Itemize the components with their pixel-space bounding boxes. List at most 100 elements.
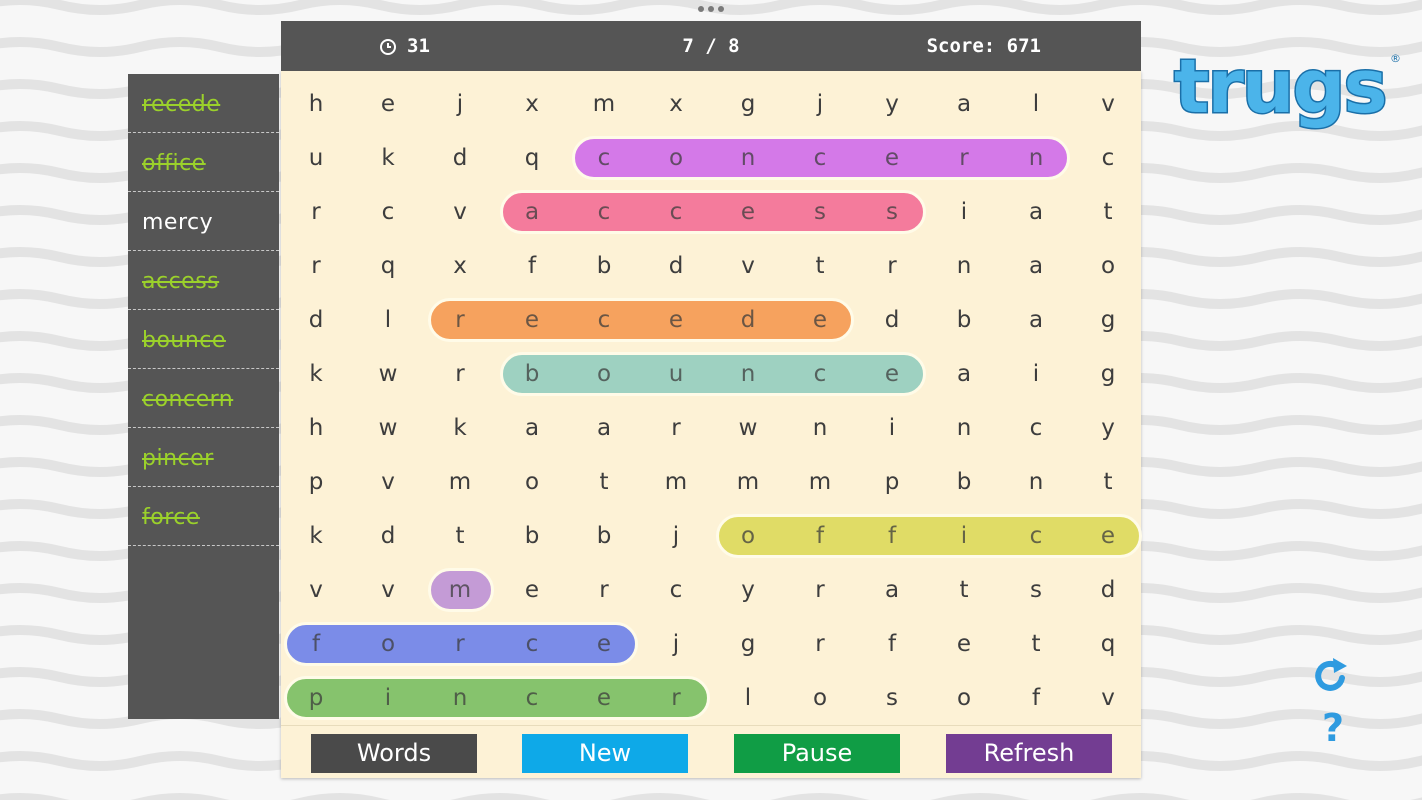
grid-letter[interactable]: e bbox=[352, 77, 424, 131]
grid-letter[interactable]: f bbox=[856, 617, 928, 671]
grid-letter[interactable]: d bbox=[352, 509, 424, 563]
grid-letter[interactable]: l bbox=[1000, 77, 1072, 131]
grid-letter[interactable]: x bbox=[496, 77, 568, 131]
grid-letter[interactable]: s bbox=[1000, 563, 1072, 617]
grid-letter[interactable]: v bbox=[1072, 77, 1144, 131]
grid-letter[interactable]: c bbox=[352, 185, 424, 239]
grid-letter[interactable]: e bbox=[640, 293, 712, 347]
grid-letter[interactable]: h bbox=[280, 401, 352, 455]
grid-letter[interactable]: b bbox=[928, 455, 1000, 509]
grid-letter[interactable]: t bbox=[1072, 185, 1144, 239]
grid-letter[interactable]: r bbox=[784, 617, 856, 671]
grid-letter[interactable]: n bbox=[712, 347, 784, 401]
grid-letter[interactable]: a bbox=[1000, 293, 1072, 347]
grid-letter[interactable]: c bbox=[1072, 131, 1144, 185]
grid-letter[interactable]: i bbox=[1000, 347, 1072, 401]
grid-letter[interactable]: m bbox=[784, 455, 856, 509]
grid-letter[interactable]: f bbox=[784, 509, 856, 563]
grid-letter[interactable]: e bbox=[496, 563, 568, 617]
grid-letter[interactable]: t bbox=[784, 239, 856, 293]
grid-letter[interactable]: c bbox=[496, 671, 568, 725]
grid-letter[interactable]: e bbox=[568, 671, 640, 725]
new-button[interactable]: New bbox=[522, 734, 688, 773]
grid-letter[interactable]: p bbox=[280, 455, 352, 509]
grid-letter[interactable]: c bbox=[496, 617, 568, 671]
grid-letter[interactable]: f bbox=[496, 239, 568, 293]
grid-letter[interactable]: j bbox=[424, 77, 496, 131]
grid-letter[interactable]: n bbox=[928, 401, 1000, 455]
grid-letter[interactable]: a bbox=[1000, 185, 1072, 239]
grid-letter[interactable]: f bbox=[856, 509, 928, 563]
grid-letter[interactable]: u bbox=[640, 347, 712, 401]
words-button[interactable]: Words bbox=[311, 734, 477, 773]
grid-letter[interactable]: v bbox=[1072, 671, 1144, 725]
grid-letter[interactable]: e bbox=[784, 293, 856, 347]
grid-letter[interactable]: t bbox=[1072, 455, 1144, 509]
grid-letter[interactable]: l bbox=[352, 293, 424, 347]
grid-letter[interactable]: o bbox=[496, 455, 568, 509]
grid-letter[interactable]: q bbox=[352, 239, 424, 293]
help-icon[interactable]: ? bbox=[1311, 705, 1355, 749]
grid-letter[interactable]: e bbox=[856, 131, 928, 185]
grid-letter[interactable]: b bbox=[568, 239, 640, 293]
grid-letter[interactable]: a bbox=[496, 401, 568, 455]
grid-letter[interactable]: r bbox=[424, 617, 496, 671]
grid-letter[interactable]: e bbox=[856, 347, 928, 401]
grid-letter[interactable]: a bbox=[928, 77, 1000, 131]
grid-letter[interactable]: m bbox=[424, 563, 496, 617]
grid-letter[interactable]: r bbox=[784, 563, 856, 617]
grid-letter[interactable]: i bbox=[352, 671, 424, 725]
grid-letter[interactable]: e bbox=[496, 293, 568, 347]
grid-letter[interactable]: o bbox=[712, 509, 784, 563]
grid-letter[interactable]: a bbox=[568, 401, 640, 455]
grid-letter[interactable]: o bbox=[568, 347, 640, 401]
grid-letter[interactable]: y bbox=[856, 77, 928, 131]
grid-letter[interactable]: r bbox=[856, 239, 928, 293]
grid-letter[interactable]: k bbox=[280, 347, 352, 401]
grid-letter[interactable]: e bbox=[568, 617, 640, 671]
grid-letter[interactable]: s bbox=[784, 185, 856, 239]
grid-letter[interactable]: r bbox=[928, 131, 1000, 185]
grid-letter[interactable]: j bbox=[784, 77, 856, 131]
grid-letter[interactable]: g bbox=[1072, 293, 1144, 347]
grid-letter[interactable]: p bbox=[280, 671, 352, 725]
grid-letter[interactable]: q bbox=[1072, 617, 1144, 671]
grid-letter[interactable]: g bbox=[712, 77, 784, 131]
grid-letter[interactable]: n bbox=[1000, 455, 1072, 509]
grid-letter[interactable]: h bbox=[280, 77, 352, 131]
grid-letter[interactable]: d bbox=[1072, 563, 1144, 617]
grid-letter[interactable]: d bbox=[640, 239, 712, 293]
grid-letter[interactable]: b bbox=[928, 293, 1000, 347]
grid-letter[interactable]: r bbox=[424, 347, 496, 401]
grid-letter[interactable]: s bbox=[856, 671, 928, 725]
grid-letter[interactable]: f bbox=[1000, 671, 1072, 725]
grid-letter[interactable]: t bbox=[1000, 617, 1072, 671]
grid-letter[interactable]: w bbox=[352, 401, 424, 455]
grid-letter[interactable]: c bbox=[568, 185, 640, 239]
grid-letter[interactable]: s bbox=[856, 185, 928, 239]
grid-letter[interactable]: e bbox=[712, 185, 784, 239]
grid-letter[interactable]: c bbox=[784, 347, 856, 401]
grid-letter[interactable]: g bbox=[1072, 347, 1144, 401]
grid-letter[interactable]: c bbox=[568, 131, 640, 185]
grid-letter[interactable]: o bbox=[784, 671, 856, 725]
grid-letter[interactable]: d bbox=[712, 293, 784, 347]
grid-letter[interactable]: k bbox=[352, 131, 424, 185]
grid-letter[interactable]: e bbox=[928, 617, 1000, 671]
refresh-icon[interactable] bbox=[1309, 654, 1353, 698]
grid-letter[interactable]: d bbox=[856, 293, 928, 347]
grid-letter[interactable]: r bbox=[568, 563, 640, 617]
grid-letter[interactable]: w bbox=[352, 347, 424, 401]
grid-letter[interactable]: p bbox=[856, 455, 928, 509]
grid-letter[interactable]: n bbox=[784, 401, 856, 455]
grid-letter[interactable]: t bbox=[424, 509, 496, 563]
grid-letter[interactable]: g bbox=[712, 617, 784, 671]
grid-letter[interactable]: r bbox=[280, 239, 352, 293]
grid-letter[interactable]: d bbox=[424, 131, 496, 185]
grid-letter[interactable]: b bbox=[496, 347, 568, 401]
grid-letter[interactable]: r bbox=[280, 185, 352, 239]
grid-letter[interactable]: n bbox=[928, 239, 1000, 293]
grid-letter[interactable]: v bbox=[352, 455, 424, 509]
grid-letter[interactable]: b bbox=[568, 509, 640, 563]
grid-letter[interactable]: b bbox=[496, 509, 568, 563]
